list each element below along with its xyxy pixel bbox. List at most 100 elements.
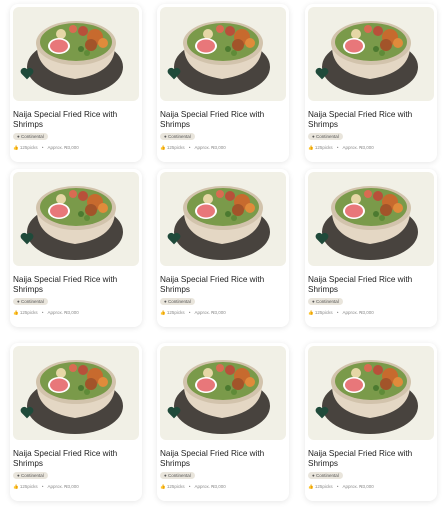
heart-icon[interactable] [20,67,34,80]
tag-dot-icon: ● [17,299,20,304]
tag-dot-icon: ● [312,299,315,304]
separator-dot: • [41,484,44,489]
heart-icon[interactable] [315,232,329,245]
heart-icon[interactable] [20,232,34,245]
food-bowl-illustration [322,21,418,95]
meal-title: Naija Special Fried Rice with Shrimps [13,275,118,294]
price-estimate: Approx. ₦3,000 [342,310,374,315]
meal-title: Naija Special Fried Rice with Shrimps [160,110,265,129]
category-tag: ● Continental [13,298,48,305]
meal-image [13,7,139,101]
meal-image [160,7,286,101]
food-bowl-illustration [322,186,418,260]
meal-card[interactable]: Naija Special Fried Rice with Shrimps ● … [157,343,289,501]
category-tag-label: Continental [315,134,339,139]
thumbs-up-icon: 👍 [13,310,19,315]
separator-dot: • [188,484,191,489]
tag-dot-icon: ● [17,134,20,139]
tag-dot-icon: ● [164,473,167,478]
separator-dot: • [336,310,339,315]
thumbs-up-icon: 👍 [13,145,19,150]
heart-icon[interactable] [315,406,329,419]
meal-meta: 👍 125picks • Approx. ₦3,000 [13,484,79,490]
tag-dot-icon: ● [164,299,167,304]
food-bowl-illustration [27,360,123,434]
meal-meta: 👍 125picks • Approx. ₦3,000 [160,145,226,151]
category-tag: ● Continental [160,472,195,479]
meal-image [308,172,434,266]
category-tag-label: Continental [20,299,44,304]
meal-meta: 👍 125picks • Approx. ₦3,000 [13,310,79,316]
meal-title: Naija Special Fried Rice with Shrimps [160,275,265,294]
category-tag: ● Continental [308,133,343,140]
picks-count: 125picks [166,310,185,315]
separator-dot: • [336,484,339,489]
meal-card[interactable]: Naija Special Fried Rice with Shrimps ● … [305,4,437,162]
heart-icon[interactable] [167,67,181,80]
thumbs-up-icon: 👍 [13,484,19,489]
price-estimate: Approx. ₦3,000 [47,310,79,315]
category-tag-label: Continental [167,473,191,478]
meal-card[interactable]: Naija Special Fried Rice with Shrimps ● … [305,343,437,501]
price-estimate: Approx. ₦3,000 [342,484,374,489]
picks-count: 125picks [166,484,185,489]
picks-count: 125picks [314,145,333,150]
heart-icon[interactable] [167,232,181,245]
heart-icon[interactable] [315,67,329,80]
meal-image [308,7,434,101]
picks-count: 125picks [19,145,38,150]
heart-icon[interactable] [20,406,34,419]
separator-dot: • [41,310,44,315]
meal-meta: 👍 125picks • Approx. ₦3,000 [308,310,374,316]
food-bowl-illustration [27,21,123,95]
picks-count: 125picks [166,145,185,150]
meal-image [13,346,139,440]
category-tag-label: Continental [20,134,44,139]
category-tag: ● Continental [308,298,343,305]
price-estimate: Approx. ₦3,000 [342,145,374,150]
meal-title: Naija Special Fried Rice with Shrimps [13,449,118,468]
food-bowl-illustration [27,186,123,260]
meal-meta: 👍 125picks • Approx. ₦3,000 [308,484,374,490]
meal-image [308,346,434,440]
picks-count: 125picks [314,484,333,489]
picks-count: 125picks [19,484,38,489]
category-tag-label: Continental [315,473,339,478]
price-estimate: Approx. ₦3,000 [194,145,226,150]
category-tag: ● Continental [13,133,48,140]
category-tag: ● Continental [13,472,48,479]
meal-meta: 👍 125picks • Approx. ₦3,000 [308,145,374,151]
meal-title: Naija Special Fried Rice with Shrimps [160,449,265,468]
category-tag: ● Continental [308,472,343,479]
meal-card[interactable]: Naija Special Fried Rice with Shrimps ● … [305,169,437,327]
thumbs-up-icon: 👍 [308,310,314,315]
meal-grid: Naija Special Fried Rice with Shrimps ● … [0,0,448,516]
category-tag: ● Continental [160,133,195,140]
thumbs-up-icon: 👍 [308,484,314,489]
meal-card[interactable]: Naija Special Fried Rice with Shrimps ● … [10,169,142,327]
meal-image [13,172,139,266]
category-tag-label: Continental [20,473,44,478]
tag-dot-icon: ● [17,473,20,478]
food-bowl-illustration [174,360,270,434]
meal-title: Naija Special Fried Rice with Shrimps [308,275,413,294]
picks-count: 125picks [19,310,38,315]
separator-dot: • [336,145,339,150]
meal-card[interactable]: Naija Special Fried Rice with Shrimps ● … [157,169,289,327]
picks-count: 125picks [314,310,333,315]
meal-card[interactable]: Naija Special Fried Rice with Shrimps ● … [157,4,289,162]
price-estimate: Approx. ₦3,000 [194,484,226,489]
meal-meta: 👍 125picks • Approx. ₦3,000 [160,484,226,490]
meal-card[interactable]: Naija Special Fried Rice with Shrimps ● … [10,343,142,501]
food-bowl-illustration [174,186,270,260]
separator-dot: • [41,145,44,150]
meal-meta: 👍 125picks • Approx. ₦3,000 [13,145,79,151]
food-bowl-illustration [174,21,270,95]
separator-dot: • [188,310,191,315]
tag-dot-icon: ● [312,473,315,478]
thumbs-up-icon: 👍 [160,484,166,489]
meal-card[interactable]: Naija Special Fried Rice with Shrimps ● … [10,4,142,162]
price-estimate: Approx. ₦3,000 [47,484,79,489]
thumbs-up-icon: 👍 [308,145,314,150]
heart-icon[interactable] [167,406,181,419]
